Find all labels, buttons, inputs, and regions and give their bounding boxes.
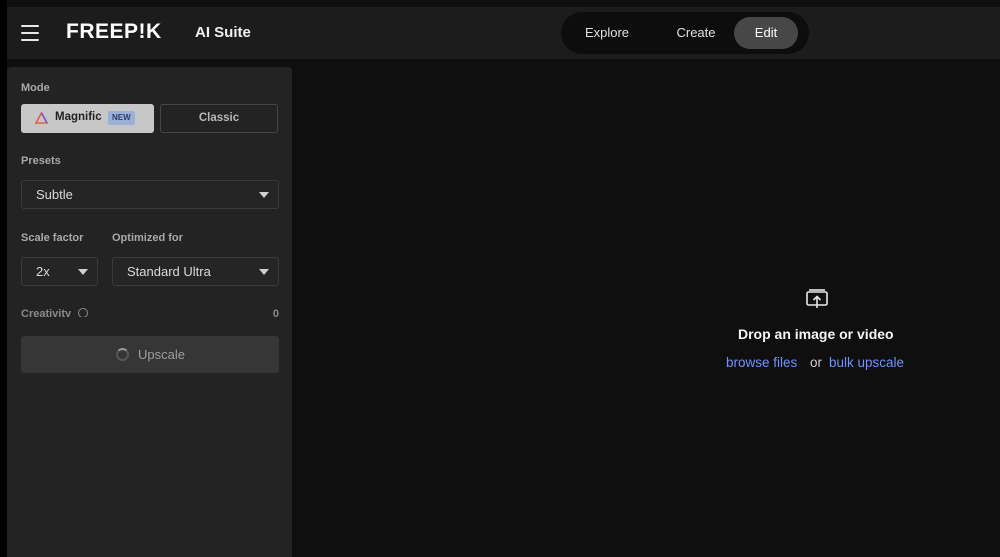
drop-title: Drop an image or video (738, 326, 894, 342)
creativity-row: Creativity 0 (21, 308, 279, 317)
presets-value: Subtle (36, 187, 73, 202)
freepik-logo[interactable]: FREEP!K (66, 20, 162, 44)
menu-icon[interactable] (21, 25, 39, 41)
optimized-for-select[interactable]: Standard Ultra (112, 257, 279, 286)
window-edge (0, 0, 7, 557)
nav-create[interactable]: Create (661, 17, 731, 49)
upscale-label: Upscale (138, 347, 185, 362)
spinner-icon (116, 348, 129, 361)
upload-icon (806, 289, 828, 308)
nav-explore[interactable]: Explore (573, 17, 641, 49)
optimized-for-value: Standard Ultra (127, 264, 211, 279)
mode-magnific-label: Magnific (55, 111, 102, 123)
scale-factor-label: Scale factor (21, 232, 84, 244)
help-icon[interactable] (78, 308, 88, 317)
mode-classic-button[interactable]: Classic (160, 104, 278, 133)
chevron-down-icon (259, 269, 269, 275)
new-badge: NEW (108, 111, 135, 125)
presets-label: Presets (21, 155, 61, 167)
optimized-for-label: Optimized for (112, 232, 183, 244)
scale-factor-value: 2x (36, 264, 50, 279)
ai-suite-label: AI Suite (195, 24, 251, 41)
drop-zone[interactable]: Drop an image or video browse files or b… (292, 59, 1000, 557)
creativity-value: 0 (272, 308, 279, 317)
creativity-label: Creativity (21, 308, 72, 317)
mode-label: Mode (21, 82, 50, 94)
magnific-triangle-icon (35, 112, 48, 124)
chevron-down-icon (78, 269, 88, 275)
scale-factor-select[interactable]: 2x (21, 257, 98, 286)
or-text: or (810, 355, 823, 370)
settings-panel: Mode Magnific NEW Classic Presets Subtle… (7, 67, 292, 557)
browse-files-link[interactable]: browse files (726, 355, 797, 370)
bulk-upscale-link[interactable]: bulk upscale (829, 355, 904, 370)
nav-edit[interactable]: Edit (734, 17, 798, 49)
top-bar: FREEP!K AI Suite Explore Create Edit (7, 7, 1000, 59)
chevron-down-icon (259, 192, 269, 198)
mode-magnific-button[interactable]: Magnific NEW (21, 104, 154, 133)
presets-select[interactable]: Subtle (21, 180, 279, 209)
upscale-button[interactable]: Upscale (21, 336, 279, 373)
main-nav: Explore Create Edit (561, 12, 809, 54)
